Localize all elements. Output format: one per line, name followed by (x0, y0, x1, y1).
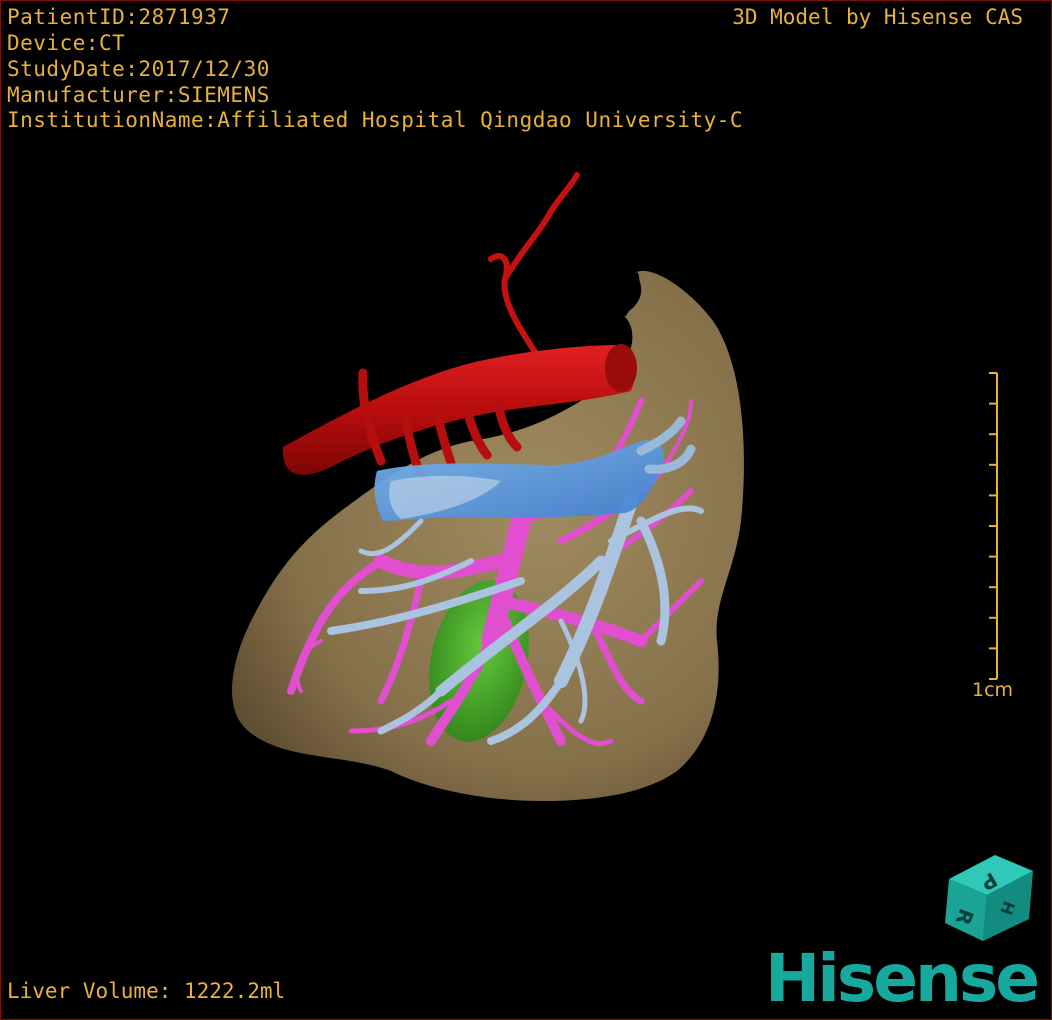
liver-3d-model[interactable] (1, 1, 1051, 1019)
device: Device:CT (7, 31, 126, 55)
model-credit: 3D Model by Hisense CAS (732, 5, 1023, 29)
scale-bar (989, 372, 998, 680)
hisense-logo: Hisense (765, 940, 1040, 1017)
institution-name: InstitutionName:Affiliated Hospital Qing… (7, 108, 744, 132)
manufacturer: Manufacturer:SIEMENS (7, 83, 270, 107)
liver-volume: Liver Volume: 1222.2ml (7, 979, 286, 1003)
study-date: StudyDate:2017/12/30 (7, 57, 270, 81)
3d-viewport[interactable]: PatientID:2871937 Device:CT StudyDate:20… (0, 0, 1052, 1020)
patient-id: PatientID:2871937 (7, 5, 231, 29)
scale-label: 1cm (972, 679, 1014, 701)
hepatic-artery (488, 172, 580, 364)
aorta-end (605, 344, 637, 392)
orientation-cube[interactable]: P R H (937, 843, 1037, 943)
